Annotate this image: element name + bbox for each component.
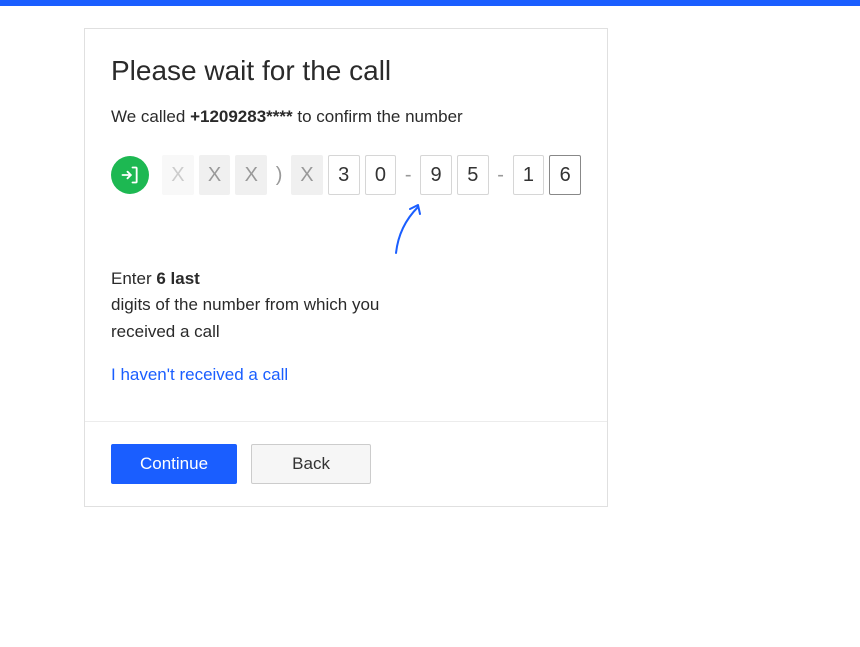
code-digit-6[interactable]: 6 <box>549 155 581 195</box>
back-button[interactable]: Back <box>251 444 371 484</box>
called-prefix: We called <box>111 107 190 126</box>
code-digit-4[interactable]: 5 <box>457 155 489 195</box>
masked-digit: X <box>235 155 267 195</box>
instructions-text: Enter 6 last digits of the number from w… <box>111 266 411 345</box>
paren-separator: ) <box>272 155 286 195</box>
masked-digit: X <box>291 155 323 195</box>
called-suffix: to confirm the number <box>293 107 463 126</box>
instructions-bold: 6 last <box>156 269 199 288</box>
called-number: +1209283**** <box>190 107 293 126</box>
verification-card: Please wait for the call We called +1209… <box>84 28 608 507</box>
arrow-container <box>111 213 581 268</box>
masked-digit: X <box>162 155 194 195</box>
code-digit-5[interactable]: 1 <box>513 155 545 195</box>
code-digit-3[interactable]: 9 <box>420 155 452 195</box>
no-call-link[interactable]: I haven't received a call <box>111 365 288 385</box>
code-digit-2[interactable]: 0 <box>365 155 397 195</box>
page-title: Please wait for the call <box>111 55 581 87</box>
dash-separator: - <box>494 155 508 195</box>
button-row: Continue Back <box>111 444 581 484</box>
digit-entry-row: X X X ) X 3 0 - 9 5 - 1 6 <box>111 155 581 195</box>
continue-button[interactable]: Continue <box>111 444 237 484</box>
masked-digit: X <box>199 155 231 195</box>
called-message: We called +1209283**** to confirm the nu… <box>111 107 581 127</box>
instructions-prefix: Enter <box>111 269 156 288</box>
code-digit-1[interactable]: 3 <box>328 155 360 195</box>
instructions-line2: digits of the number from which you rece… <box>111 295 379 340</box>
dash-separator: - <box>401 155 415 195</box>
login-icon <box>111 156 149 194</box>
top-accent-bar <box>0 0 860 6</box>
card-divider <box>85 421 607 422</box>
arrow-icon <box>392 201 426 262</box>
